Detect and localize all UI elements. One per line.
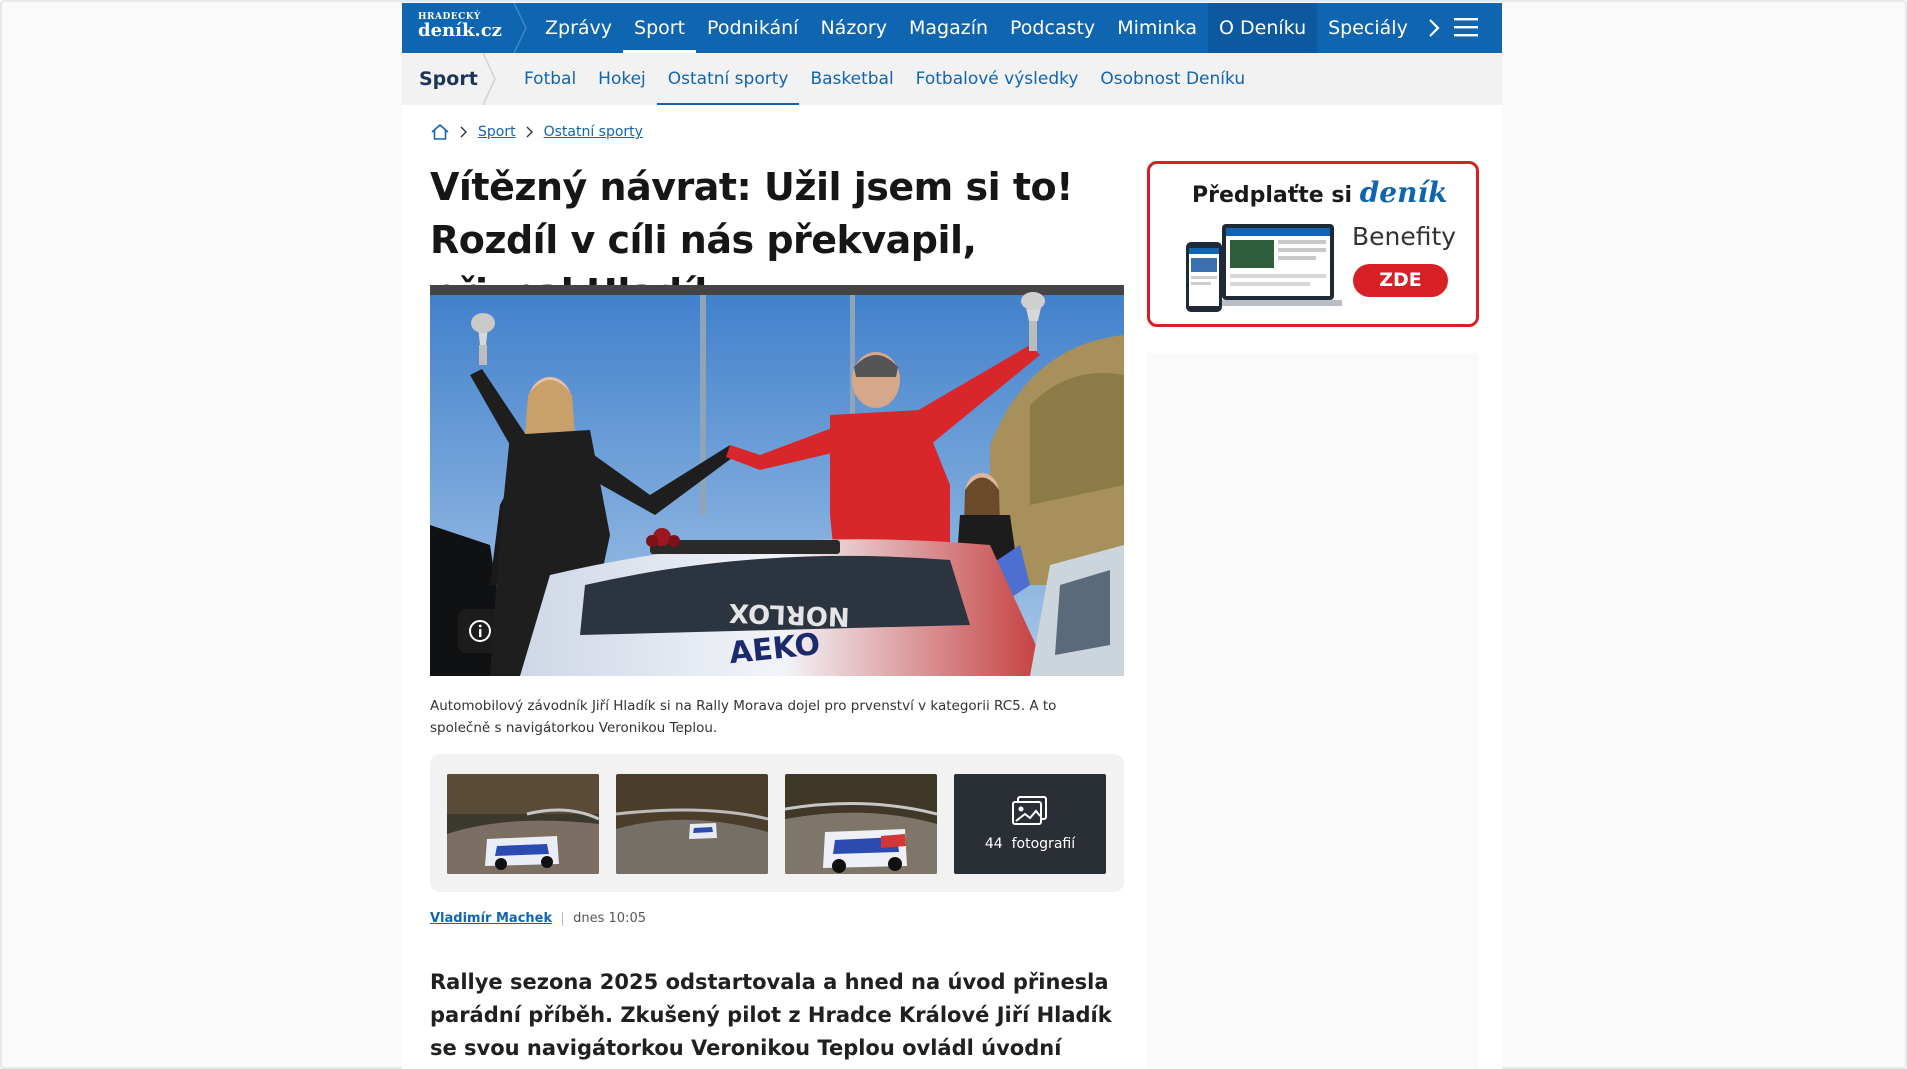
site-logo[interactable]: HRADECKÝ deník.cz	[402, 3, 527, 53]
logo-divider-icon	[513, 3, 527, 53]
info-icon	[469, 620, 491, 642]
nav-items: Zprávy Sport Podnikání Názory Magazín Podcast…	[534, 3, 1414, 53]
photo-caption: Automobilový závodník Jiří Hladík si na …	[430, 698, 1057, 736]
subnav-items: Fotbal Hokej Ostatní sporty Basketbal Fotbal…	[513, 53, 1256, 105]
home-icon[interactable]	[430, 123, 450, 141]
ad-headline: Předplaťte si deník	[1192, 176, 1448, 209]
ad-cta-button[interactable]: ZDE	[1353, 264, 1448, 297]
photo-info-button[interactable]	[458, 609, 502, 653]
nav-item-speciály[interactable]: Speciály	[1317, 3, 1414, 53]
article-meta: Vladimír Machek dnes 10:05	[430, 911, 646, 926]
nav-item-miminka[interactable]: Miminka	[1106, 3, 1208, 53]
logo-brand-text: deník.cz	[418, 20, 502, 41]
ad-benefits-text: Benefity	[1352, 222, 1457, 251]
ad-headline-text: Předplaťte si	[1192, 183, 1353, 208]
gallery-thumbnail[interactable]	[447, 774, 599, 874]
article-perex: Rallye sezona 2025 odstartovala a hned n…	[430, 970, 1112, 1060]
menu-hamburger-icon[interactable]	[1454, 17, 1478, 37]
sidebar-empty-area	[1147, 353, 1479, 1069]
gallery-more-button[interactable]: 44 fotografií	[954, 774, 1106, 874]
gallery-thumbnail[interactable]	[785, 774, 937, 874]
section-divider-icon	[482, 53, 496, 105]
gallery-images-icon	[1012, 796, 1047, 825]
ad-devices-illustration	[1186, 224, 1342, 312]
svg-text:NORLOX: NORLOX	[728, 597, 850, 631]
chevron-right-icon	[460, 126, 467, 138]
section-title[interactable]: Sport	[402, 53, 502, 105]
nav-item-zprávy[interactable]: Zprávy	[534, 3, 623, 53]
gallery-count-text: 44 fotografií	[985, 836, 1075, 852]
nav-item-magazín[interactable]: Magazín	[898, 3, 999, 53]
gallery-count-label: fotografií	[1011, 836, 1076, 852]
ad-brand-text: deník	[1359, 176, 1448, 209]
publish-time: dnes 10:05	[573, 911, 646, 926]
subnav-item-basketbal[interactable]: Basketbal	[799, 53, 904, 105]
section-title-label: Sport	[419, 68, 478, 90]
subnav-item-ostatní-sporty[interactable]: Ostatní sporty	[656, 53, 800, 105]
nav-scroll-right-icon[interactable]	[1424, 16, 1444, 40]
subscription-ad[interactable]: Předplaťte si deník Benefity ZDE	[1147, 161, 1479, 327]
nav-item-podcasty[interactable]: Podcasty	[999, 3, 1106, 53]
nav-item-o-deníku[interactable]: O Deníku	[1208, 3, 1318, 53]
subnav-item-fotbal[interactable]: Fotbal	[513, 53, 587, 105]
breadcrumb: Sport Ostatní sporty	[430, 123, 643, 141]
nav-item-podnikání[interactable]: Podnikání	[696, 3, 809, 53]
author-link[interactable]: Vladimír Machek	[430, 911, 552, 926]
meta-divider	[562, 911, 564, 926]
nav-item-názory[interactable]: Názory	[809, 3, 898, 53]
gallery-photo	[785, 774, 937, 874]
subnav-item-fotbalové-výsledky[interactable]: Fotbalové výsledky	[905, 53, 1090, 105]
section-navigation: Sport Fotbal Hokej Ostatní sporty Basketbal…	[402, 53, 1502, 105]
nav-item-sport[interactable]: Sport	[623, 3, 697, 53]
page-content: HRADECKÝ deník.cz Zprávy Sport Podnikání Ná…	[402, 3, 1502, 1069]
breadcrumb-link-sport[interactable]: Sport	[478, 124, 516, 140]
gallery-photo	[447, 774, 599, 874]
photo-gallery: 44 fotografií	[430, 754, 1124, 892]
subnav-item-osobnost-deníku[interactable]: Osobnost Deníku	[1089, 53, 1256, 105]
subnav-item-hokej[interactable]: Hokej	[587, 53, 657, 105]
main-navigation: HRADECKÝ deník.cz Zprávy Sport Podnikání Ná…	[402, 3, 1502, 53]
breadcrumb-link-ostatni-sporty[interactable]: Ostatní sporty	[544, 124, 643, 140]
article-hero-image[interactable]: NORLOX AEKO	[430, 285, 1124, 676]
chevron-right-icon	[526, 126, 533, 138]
gallery-photo	[616, 774, 768, 874]
gallery-thumbnail[interactable]	[616, 774, 768, 874]
hero-photo: NORLOX AEKO	[430, 285, 1124, 676]
gallery-count: 44	[984, 836, 1003, 852]
